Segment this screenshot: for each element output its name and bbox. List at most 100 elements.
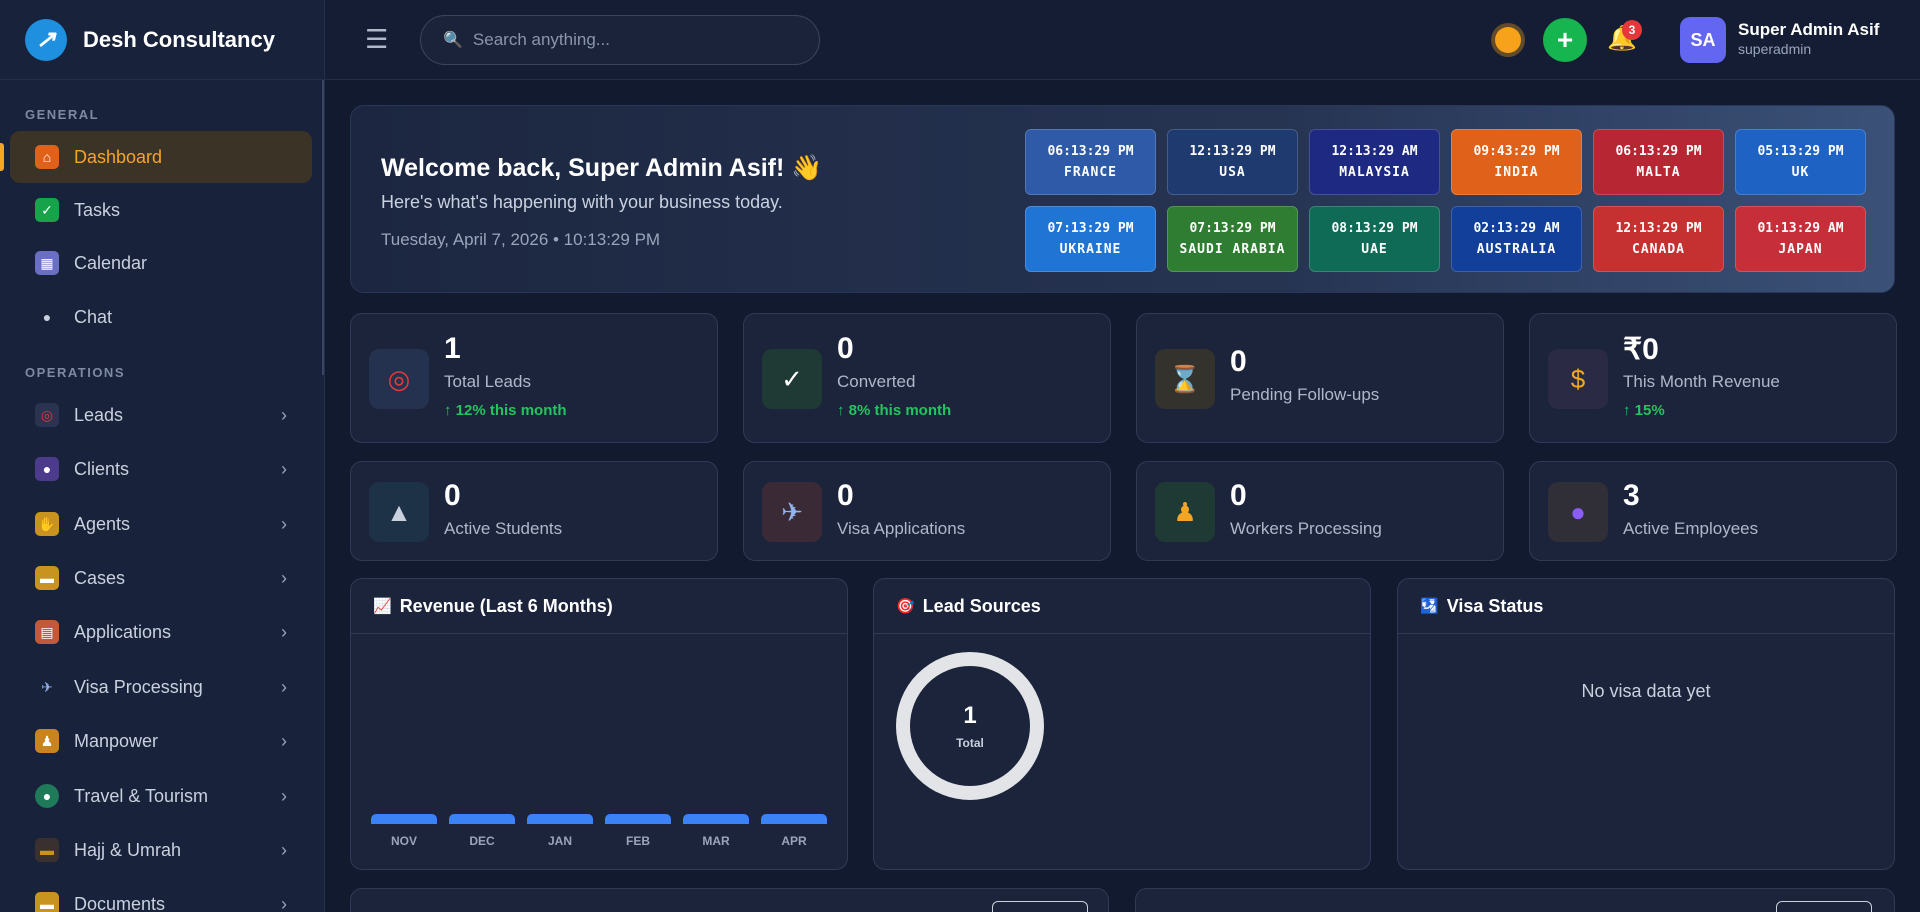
stat-value: 3 [1623, 479, 1640, 512]
stat-card-workers-processing[interactable]: ♟ 0 Workers Processing [1136, 461, 1504, 561]
clock-time: 01:13:29 AM [1757, 221, 1844, 236]
sidebar-item-label: Travel & Tourism [74, 785, 209, 806]
stat-trend: ↑ 15% [1623, 402, 1665, 419]
card-action-button[interactable] [992, 901, 1088, 912]
sidebar-item-label: Applications [74, 621, 172, 642]
stat-label: Active Employees [1623, 519, 1759, 538]
sidebar-item-leads[interactable]: ◎ Leads › [10, 389, 312, 441]
clock-time: 08:13:29 PM [1331, 221, 1418, 236]
sidebar-item-visa-processing[interactable]: ✈ Visa Processing › [10, 661, 312, 713]
revenue-panel: 📈 Revenue (Last 6 Months) NOV DEC JAN FEB MA… [350, 578, 848, 870]
clock-india: 09:43:29 PM INDIA [1451, 129, 1582, 195]
target-icon: ◎ [369, 349, 429, 409]
lead-sources-panel: 🎯 Lead Sources 1 Total [873, 578, 1371, 870]
x-tick-label: APR [781, 834, 807, 848]
avatar[interactable]: SA [1680, 17, 1726, 63]
sidebar-item-label: Chat [74, 306, 113, 327]
chevron-right-icon: › [281, 458, 287, 479]
stat-card-visa-applications[interactable]: ✈ 0 Visa Applications [743, 461, 1111, 561]
stat-label: Visa Applications [837, 519, 966, 538]
x-tick-label: DEC [469, 834, 495, 848]
sidebar-item-tasks[interactable]: ✓ Tasks [10, 184, 312, 236]
clock-country: UAE [1361, 242, 1388, 257]
clock-time: 06:13:29 PM [1615, 144, 1702, 159]
document-icon: ▤ [35, 620, 59, 644]
bar-dec[interactable] [449, 814, 515, 824]
bar-apr[interactable] [761, 814, 827, 824]
quick-add-button[interactable]: + [1543, 18, 1587, 62]
stat-value: 0 [444, 479, 461, 512]
clock-japan: 01:13:29 AM JAPAN [1735, 206, 1866, 272]
sidebar-item-documents[interactable]: ▬ Documents › [10, 878, 312, 912]
stat-card-pending-follow-ups[interactable]: ⌛ 0 Pending Follow-ups [1136, 313, 1504, 443]
sidebar-item-cases[interactable]: ▬ Cases › [10, 552, 312, 604]
sidebar-item-dashboard[interactable]: ⌂ Dashboard [10, 131, 312, 183]
sidebar-item-hajj-umrah[interactable]: ▬ Hajj & Umrah › [10, 824, 312, 876]
stat-value: 1 [444, 332, 461, 365]
clock-saudi-arabia: 07:13:29 PM SAUDI ARABIA [1167, 206, 1298, 272]
clock-country: USA [1219, 165, 1246, 180]
users-icon: ● [35, 457, 59, 481]
airplane-icon: ✈ [762, 482, 822, 542]
stat-card-converted[interactable]: ✓ 0 Converted ↑ 8% this month [743, 313, 1111, 443]
sidebar-item-chat[interactable]: ● Chat [10, 291, 312, 343]
welcome-subtitle: Here's what's happening with your busine… [381, 192, 783, 212]
sidebar-item-calendar[interactable]: ▦ Calendar [10, 237, 312, 289]
brand[interactable]: ↗ Desh Consultancy [0, 0, 324, 80]
brand-name: Desh Consultancy [83, 26, 275, 52]
panel-title: Lead Sources [922, 595, 1041, 616]
stat-card-active-employees[interactable]: ● 3 Active Employees [1529, 461, 1897, 561]
clock-time: 07:13:29 PM [1047, 221, 1134, 236]
sidebar-scrollbar[interactable] [322, 80, 324, 375]
stat-card-this-month-revenue[interactable]: $ ₹0 This Month Revenue ↑ 15% [1529, 313, 1897, 443]
clock-australia: 02:13:29 AM AUSTRALIA [1451, 206, 1582, 272]
target-icon: ◎ [35, 403, 59, 427]
card-action-button[interactable] [1776, 901, 1872, 912]
panel-header: 🛂 Visa Status [1398, 579, 1894, 634]
stat-card-active-students[interactable]: ▲ 0 Active Students [350, 461, 718, 561]
clock-ukraine: 07:13:29 PM UKRAINE [1025, 206, 1156, 272]
stat-label: This Month Revenue [1623, 372, 1780, 391]
sidebar-item-applications[interactable]: ▤ Applications › [10, 606, 312, 658]
sidebar-item-label: Hajj & Umrah [74, 839, 182, 860]
chevron-right-icon: › [281, 513, 287, 534]
brand-logo: ↗ [25, 18, 67, 61]
check-icon: ✓ [762, 349, 822, 409]
user-name[interactable]: Super Admin Asif [1738, 20, 1879, 40]
stat-value: 0 [1230, 345, 1247, 378]
search-box[interactable]: 🔍 [420, 15, 820, 65]
search-input[interactable] [472, 30, 803, 50]
bar-jan[interactable] [527, 814, 593, 824]
clock-usa: 12:13:29 PM USA [1167, 129, 1298, 195]
bar-mar[interactable] [683, 814, 749, 824]
clock-time: 12:13:29 AM [1331, 144, 1418, 159]
panel-title: Revenue (Last 6 Months) [399, 595, 613, 616]
clock-country: UKRAINE [1059, 242, 1122, 257]
chevron-right-icon: › [281, 730, 287, 751]
sidebar-item-travel-tourism[interactable]: ● Travel & Tourism › [10, 770, 312, 822]
section-label-operations: OPERATIONS [25, 365, 125, 380]
airplane-icon: ✈ [41, 678, 53, 695]
chevron-right-icon: › [281, 893, 287, 912]
sidebar-item-label: Visa Processing [74, 676, 203, 697]
donut-total-value: 1 [963, 702, 977, 729]
sidebar-item-agents[interactable]: ✋ Agents › [10, 498, 312, 550]
active-indicator [0, 143, 4, 171]
sidebar-item-manpower[interactable]: ♟ Manpower › [10, 715, 312, 767]
clock-malta: 06:13:29 PM MALTA [1593, 129, 1724, 195]
chart-icon: 📈 [373, 598, 392, 615]
handshake-icon: ✋ [35, 512, 59, 536]
menu-toggle-icon[interactable]: ☰ [365, 26, 388, 52]
user-role: superadmin [1738, 41, 1812, 57]
theme-toggle-icon[interactable] [1495, 27, 1521, 53]
bar-feb[interactable] [605, 814, 671, 824]
sidebar-item-clients[interactable]: ● Clients › [10, 443, 312, 495]
sidebar-item-label: Agents [74, 513, 131, 534]
sidebar-item-label: Calendar [74, 252, 148, 273]
bar-nov[interactable] [371, 814, 437, 824]
donut-total-label: Total [956, 736, 984, 750]
clock-time: 12:13:29 PM [1615, 221, 1702, 236]
bottom-card [1135, 888, 1895, 912]
clock-time: 09:43:29 PM [1473, 144, 1560, 159]
stat-card-total-leads[interactable]: ◎ 1 Total Leads ↑ 12% this month [350, 313, 718, 443]
